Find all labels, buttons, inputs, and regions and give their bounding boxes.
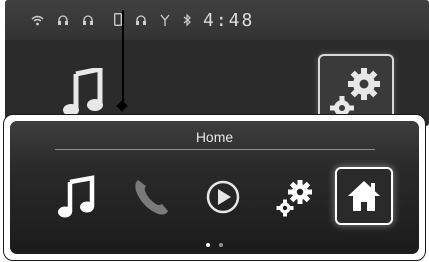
settings-icon [276,180,312,217]
page-indicator [10,239,419,247]
headset-icon [135,15,157,30]
phone-handset-icon [135,180,168,215]
home-menu-panel: Home [10,121,419,254]
phone-button[interactable] [130,175,174,219]
bluetooth-icon [183,13,192,30]
title-divider [55,149,375,150]
background-screen: 4:48 [5,0,429,126]
headset-icon [82,15,104,30]
play-circle-icon [206,180,240,214]
music-note-icon [58,175,95,218]
music-note-icon [63,65,103,118]
home-icon [348,181,380,211]
status-bar: 4:48 [5,0,429,40]
diagram-stage: 4:48 Home [0,0,429,262]
media-button[interactable] [203,175,247,219]
status-icons [31,13,195,30]
settings-button[interactable] [273,175,317,219]
headset-icon [57,15,79,30]
audio-button[interactable] [56,175,100,219]
home-menu-callout: Home [3,114,426,261]
signal-icon [160,14,180,30]
home-menu-title: Home [195,129,234,145]
home-button[interactable] [335,167,393,225]
page-dot-active [205,243,210,247]
page-dot [219,243,224,247]
clock: 4:48 [203,10,255,31]
callout-line [122,10,124,106]
wifi-icon [31,15,54,30]
